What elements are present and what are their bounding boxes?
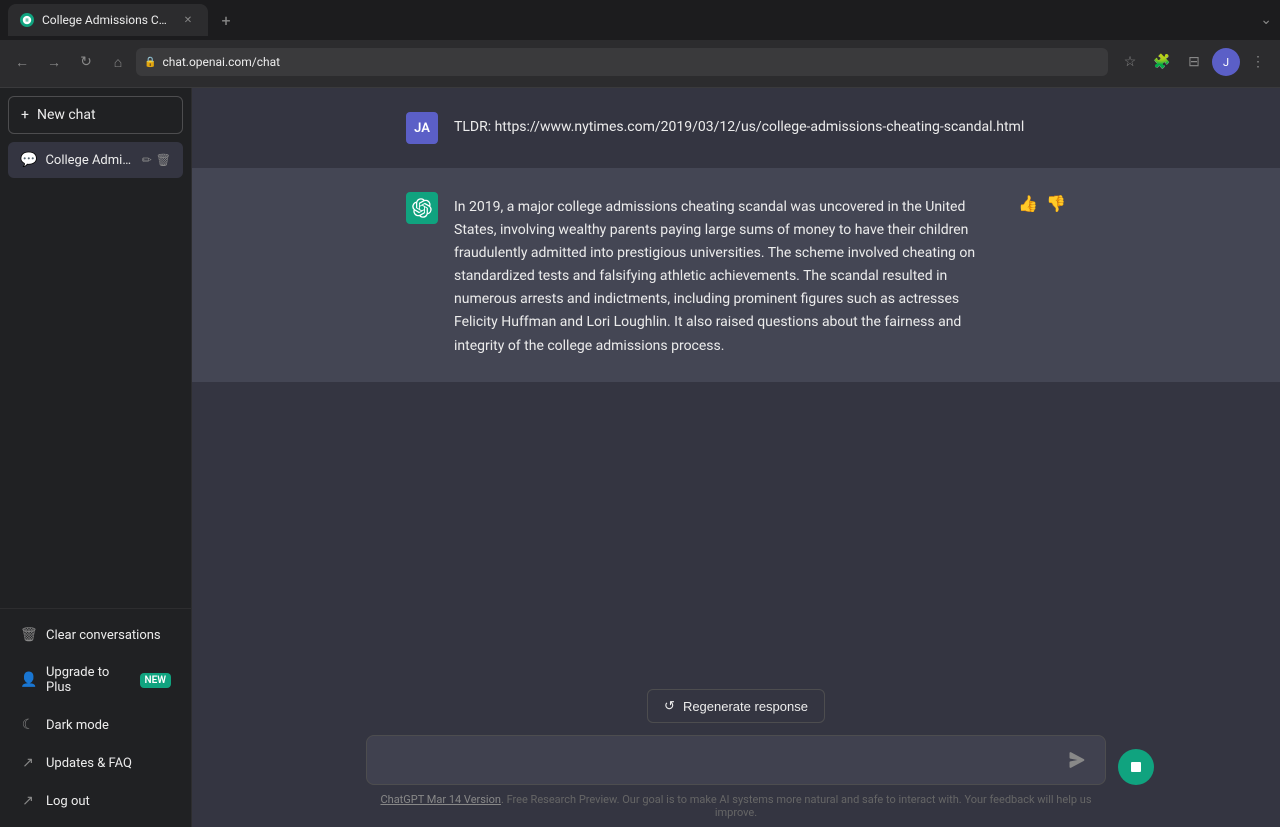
new-tab-button[interactable]: + <box>212 6 240 34</box>
regenerate-label: Regenerate response <box>683 699 808 714</box>
logout-icon: ↗ <box>20 793 36 809</box>
tab-end: ⌄ <box>1260 12 1272 28</box>
input-area: ↺ Regenerate response <box>192 673 1280 827</box>
user-avatar: JA <box>406 112 438 144</box>
version-link[interactable]: ChatGPT Mar 14 Version <box>380 793 500 806</box>
user-message-content: TLDR: https://www.nytimes.com/2019/03/12… <box>454 112 1066 139</box>
sidebar: + New chat 💬 College Admissions Ch ✏ 🗑 🗑… <box>0 88 192 827</box>
stop-icon <box>1128 759 1144 775</box>
active-tab[interactable]: College Admissions Cheating S ✕ <box>8 4 208 36</box>
split-view-button[interactable]: ⊟ <box>1180 48 1208 76</box>
new-chat-label: New chat <box>37 107 96 123</box>
tab-close-button[interactable]: ✕ <box>180 12 196 28</box>
dark-mode-label: Dark mode <box>46 718 109 733</box>
menu-button[interactable]: ⋮ <box>1244 48 1272 76</box>
send-button[interactable] <box>1065 748 1089 772</box>
conversation-actions: ✏ 🗑 <box>142 153 171 167</box>
clear-conversations-button[interactable]: 🗑 Clear conversations <box>8 617 183 653</box>
moon-icon: ☾ <box>20 717 36 733</box>
plus-icon: + <box>21 107 29 123</box>
new-chat-button[interactable]: + New chat <box>8 96 183 134</box>
external-link-icon: ↗ <box>20 755 36 771</box>
regenerate-btn-wrapper: ↺ Regenerate response <box>216 689 1256 723</box>
forward-button[interactable]: → <box>40 48 68 76</box>
regenerate-response-button[interactable]: ↺ Regenerate response <box>647 689 825 723</box>
log-out-button[interactable]: ↗ Log out <box>8 783 183 819</box>
tab-favicon <box>20 13 34 27</box>
address-bar[interactable]: 🔒 chat.openai.com/chat <box>136 48 1108 76</box>
profile-button[interactable]: J <box>1212 48 1240 76</box>
chat-input-container <box>366 735 1106 785</box>
assistant-message-inner: In 2019, a major college admissions chea… <box>366 192 1106 358</box>
assistant-message-content: In 2019, a major college admissions chea… <box>454 192 1002 358</box>
delete-conversation-button[interactable]: 🗑 <box>156 153 171 167</box>
nav-bar: ← → ↻ ⌂ 🔒 chat.openai.com/chat ☆ 🧩 ⊟ J ⋮ <box>0 40 1280 84</box>
tab-list-chevron[interactable]: ⌄ <box>1260 12 1272 28</box>
user-initials: JA <box>414 121 430 136</box>
stop-btn-wrapper <box>1118 749 1154 785</box>
sidebar-bottom: 🗑 Clear conversations 👤 Upgrade to Plus … <box>0 608 191 827</box>
app-container: + New chat 💬 College Admissions Ch ✏ 🗑 🗑… <box>0 88 1280 827</box>
home-button[interactable]: ⌂ <box>104 48 132 76</box>
dark-mode-button[interactable]: ☾ Dark mode <box>8 707 183 743</box>
conversation-item[interactable]: 💬 College Admissions Ch ✏ 🗑 <box>8 142 183 178</box>
bookmark-star-button[interactable]: ☆ <box>1116 48 1144 76</box>
url-text: chat.openai.com/chat <box>162 55 280 69</box>
lock-icon: 🔒 <box>144 57 156 68</box>
stop-button[interactable] <box>1118 749 1154 785</box>
send-icon <box>1069 752 1085 768</box>
user-message-inner: JA TLDR: https://www.nytimes.com/2019/03… <box>366 112 1106 144</box>
edit-conversation-button[interactable]: ✏ <box>142 153 152 167</box>
extensions-button[interactable]: 🧩 <box>1148 48 1176 76</box>
footer-disclaimer: . Free Research Preview. Our goal is to … <box>501 793 1092 819</box>
reload-button[interactable]: ↻ <box>72 48 100 76</box>
trash-icon: 🗑 <box>20 627 36 643</box>
tab-bar: College Admissions Cheating S ✕ + ⌄ <box>0 0 1280 40</box>
chat-input[interactable] <box>383 750 1065 771</box>
thumbs-up-button[interactable]: 👍 <box>1018 196 1038 212</box>
user-message: JA TLDR: https://www.nytimes.com/2019/03… <box>192 88 1280 168</box>
messages-area: JA TLDR: https://www.nytimes.com/2019/03… <box>192 88 1280 673</box>
tab-title: College Admissions Cheating S <box>42 13 172 27</box>
updates-faq-label: Updates & FAQ <box>46 756 132 771</box>
user-icon: 👤 <box>20 672 36 688</box>
browser-chrome: College Admissions Cheating S ✕ + ⌄ ← → … <box>0 0 1280 88</box>
sidebar-top: + New chat 💬 College Admissions Ch ✏ 🗑 <box>0 88 191 608</box>
regenerate-icon: ↺ <box>664 698 675 714</box>
new-badge: NEW <box>140 673 172 688</box>
chat-main: JA TLDR: https://www.nytimes.com/2019/03… <box>192 88 1280 827</box>
upgrade-label: Upgrade to Plus <box>46 665 130 695</box>
message-actions: 👍 👎 <box>1018 192 1066 212</box>
conversation-title: College Admissions Ch <box>45 153 133 168</box>
thumbs-down-button[interactable]: 👎 <box>1046 196 1066 212</box>
chat-icon: 💬 <box>20 152 37 168</box>
upgrade-to-plus-button[interactable]: 👤 Upgrade to Plus NEW <box>8 655 183 705</box>
updates-faq-button[interactable]: ↗ Updates & FAQ <box>8 745 183 781</box>
ai-avatar <box>406 192 438 224</box>
footer-text: ChatGPT Mar 14 Version. Free Research Pr… <box>366 793 1106 819</box>
log-out-label: Log out <box>46 794 90 809</box>
nav-actions: ☆ 🧩 ⊟ J ⋮ <box>1116 48 1272 76</box>
assistant-message: In 2019, a major college admissions chea… <box>192 168 1280 382</box>
back-button[interactable]: ← <box>8 48 36 76</box>
clear-conversations-label: Clear conversations <box>46 628 161 643</box>
